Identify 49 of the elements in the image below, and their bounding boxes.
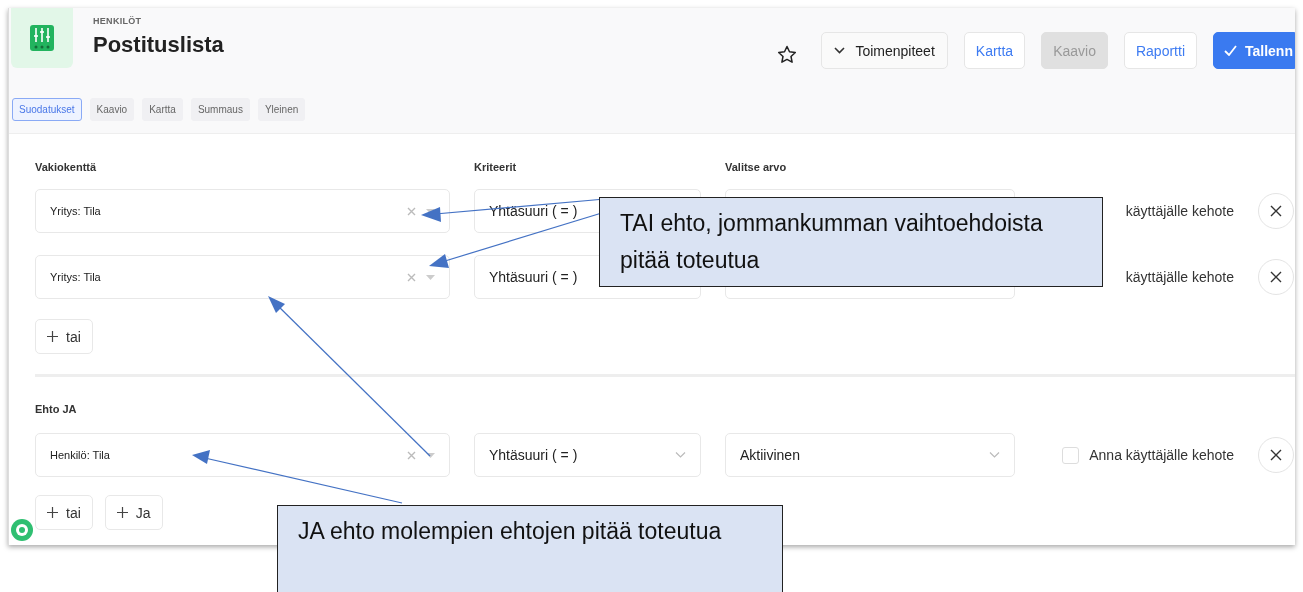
checkbox-label: Anna käyttäjälle kehote	[1089, 447, 1234, 463]
field-select[interactable]: Yritys: Tila	[35, 255, 450, 299]
column-header: Vakiokenttä	[35, 161, 98, 173]
close-icon	[1270, 449, 1282, 461]
field-select[interactable]: Henkilö: Tila	[35, 433, 450, 477]
annotation-tooltip: JA ehto molempien ehtojen pitää toteutua	[277, 505, 783, 592]
sliders-icon	[30, 25, 54, 51]
clear-icon[interactable]	[407, 206, 416, 216]
add-condition-button[interactable]: Ja	[104, 495, 163, 530]
action-button[interactable]: Kartta	[963, 32, 1026, 69]
caret-icon[interactable]	[426, 452, 435, 458]
criteria-select[interactable]: Yhtäsuuri ( = )	[474, 433, 701, 477]
add-condition-button[interactable]: tai	[35, 495, 93, 530]
chevron-icon	[834, 47, 846, 54]
plus-icon	[47, 331, 58, 342]
star-icon[interactable]	[777, 45, 798, 64]
plus-icon	[47, 507, 58, 518]
close-icon	[1270, 271, 1282, 283]
tab[interactable]: Kaavio	[89, 98, 135, 121]
checkbox[interactable]	[1062, 446, 1080, 464]
tab[interactable]: Summaus	[190, 98, 250, 121]
value-select[interactable]: Aktiivinen	[725, 433, 1015, 477]
cycle-icon[interactable]	[10, 518, 34, 542]
tab[interactable]: Yleinen	[257, 98, 306, 121]
checkbox-label: käyttäjälle kehote	[1125, 203, 1234, 219]
save-button[interactable]: Tallenn	[1213, 32, 1295, 69]
page-title: Postituslista	[93, 32, 224, 58]
field-select[interactable]: Yritys: Tila	[35, 189, 450, 233]
category-label: HENKILÖT	[93, 16, 143, 26]
clear-icon[interactable]	[407, 450, 416, 460]
actions-menu-button[interactable]: Toimenpiteet	[821, 32, 948, 69]
plus-icon	[116, 507, 128, 518]
close-icon	[1270, 205, 1282, 217]
action-button[interactable]: Raportti	[1123, 32, 1197, 69]
chevron-icon	[989, 452, 1000, 458]
column-header: Kriteerit	[474, 161, 518, 173]
remove-button[interactable]	[1258, 259, 1294, 295]
group-title: Ehto JA	[35, 403, 77, 415]
check-icon	[1224, 45, 1237, 56]
column-header: Valitse arvo	[725, 161, 788, 173]
add-condition-button[interactable]: tai	[35, 319, 93, 354]
tab[interactable]: Suodatukset	[12, 98, 82, 121]
annotation-tooltip: TAI ehto, jommankumman vaihtoehdoista pitää toteutua	[599, 197, 1103, 287]
chevron-icon	[675, 452, 686, 458]
clear-icon[interactable]	[407, 272, 416, 282]
remove-button[interactable]	[1258, 437, 1294, 473]
checkbox-label: käyttäjälle kehote	[1125, 269, 1234, 285]
remove-button[interactable]	[1258, 193, 1294, 229]
tab[interactable]: Kartta	[142, 98, 183, 121]
